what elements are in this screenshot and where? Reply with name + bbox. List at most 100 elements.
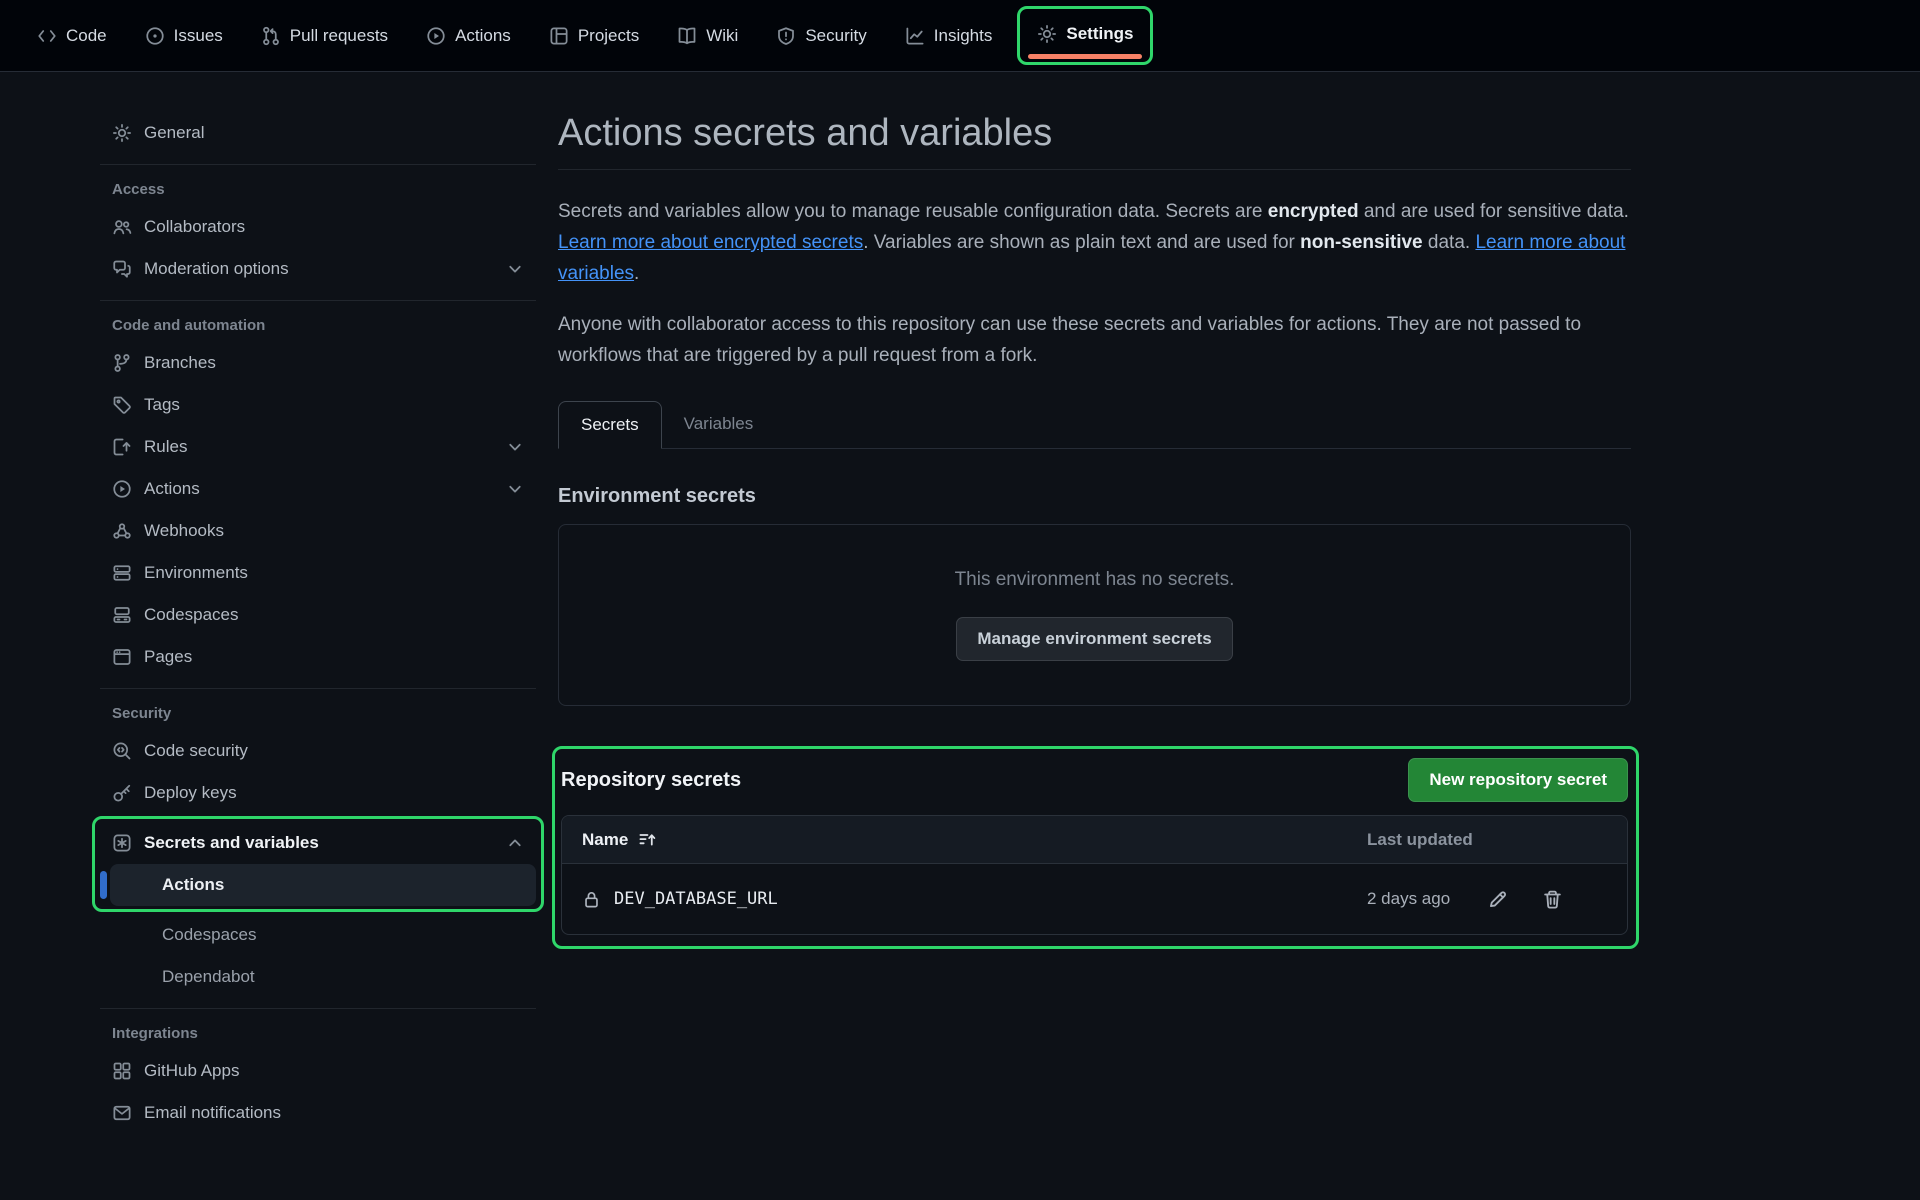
sidebar-item-collaborators[interactable]: Collaborators: [100, 206, 536, 248]
chevron-down-icon: [506, 260, 524, 278]
gear-icon: [112, 123, 132, 143]
key-icon: [112, 783, 132, 803]
environment-secrets-box: This environment has no secrets. Manage …: [558, 524, 1631, 706]
sidebar-section-security: Security: [100, 705, 536, 722]
nav-tab-actions[interactable]: Actions: [413, 0, 524, 71]
settings-sidebar: General Access Collaborators Moderation …: [100, 112, 536, 1134]
main-content: Actions secrets and variables Secrets an…: [558, 112, 1631, 949]
column-header-label: Last updated: [1367, 830, 1473, 850]
active-tab-underline: [1028, 54, 1142, 59]
sidebar-item-label: Rules: [144, 437, 494, 457]
sidebar-subitem-dependabot[interactable]: Dependabot: [110, 956, 536, 998]
nav-tab-label: Pull requests: [290, 26, 388, 46]
sidebar-item-rules[interactable]: Rules: [100, 426, 536, 468]
environment-secrets-heading: Environment secrets: [558, 485, 1631, 508]
shield-icon: [776, 26, 796, 46]
sidebar-item-general[interactable]: General: [100, 112, 536, 154]
sidebar-item-email-notifications[interactable]: Email notifications: [100, 1092, 536, 1134]
sidebar-item-label: GitHub Apps: [144, 1061, 524, 1081]
graph-icon: [905, 26, 925, 46]
repository-secrets-heading: Repository secrets: [561, 769, 741, 792]
nav-tab-label: Wiki: [706, 26, 738, 46]
chevron-down-icon: [506, 438, 524, 456]
sidebar-item-label: Webhooks: [144, 521, 524, 541]
nav-tab-wiki[interactable]: Wiki: [664, 0, 751, 71]
sidebar-item-label: Actions: [144, 479, 494, 499]
sidebar-section-access: Access: [100, 181, 536, 198]
nav-tab-label: Insights: [934, 26, 993, 46]
sidebar-item-label: Dependabot: [162, 967, 255, 987]
code-scan-icon: [112, 741, 132, 761]
sidebar-item-codespaces[interactable]: Codespaces: [100, 594, 536, 636]
description-paragraph-2: Anyone with collaborator access to this …: [558, 309, 1631, 371]
sidebar-item-label: Secrets and variables: [144, 833, 494, 853]
desc-bold-encrypted: encrypted: [1268, 201, 1359, 222]
project-icon: [549, 26, 569, 46]
nav-tab-issues[interactable]: Issues: [132, 0, 236, 71]
nav-tab-label: Security: [805, 26, 866, 46]
people-icon: [112, 217, 132, 237]
gear-icon: [1037, 24, 1057, 44]
sidebar-item-label: General: [144, 123, 524, 143]
edit-secret-button[interactable]: [1483, 885, 1512, 914]
desc-text: .: [634, 263, 639, 284]
sidebar-item-environments[interactable]: Environments: [100, 552, 536, 594]
sidebar-item-pages[interactable]: Pages: [100, 636, 536, 678]
sidebar-item-code-security[interactable]: Code security: [100, 730, 536, 772]
sidebar-item-label: Tags: [144, 395, 524, 415]
mail-icon: [112, 1103, 132, 1123]
tab-variables[interactable]: Variables: [662, 401, 776, 448]
nav-tab-label: Settings: [1066, 24, 1133, 44]
trash-icon: [1542, 889, 1563, 910]
sidebar-subitem-actions[interactable]: Actions: [110, 864, 536, 906]
nav-tab-code[interactable]: Code: [24, 0, 120, 71]
codespaces-icon: [112, 605, 132, 625]
nav-tab-label: Code: [66, 26, 107, 46]
sidebar-subitem-codespaces[interactable]: Codespaces: [110, 914, 536, 956]
play-icon: [112, 479, 132, 499]
sidebar-divider: [100, 1008, 536, 1009]
sidebar-item-deploy-keys[interactable]: Deploy keys: [100, 772, 536, 814]
column-header-name[interactable]: Name: [582, 830, 1367, 850]
selected-accent-bar: [100, 871, 107, 899]
link-learn-encrypted-secrets[interactable]: Learn more about encrypted secrets: [558, 232, 863, 253]
secrets-variables-tabnav: Secrets Variables: [558, 401, 1631, 449]
sidebar-item-github-apps[interactable]: GitHub Apps: [100, 1050, 536, 1092]
nav-tab-insights[interactable]: Insights: [892, 0, 1006, 71]
column-header-label: Name: [582, 830, 628, 850]
environment-secrets-empty-text: This environment has no secrets.: [955, 569, 1235, 591]
nav-tab-security[interactable]: Security: [763, 0, 879, 71]
sidebar-item-secrets-and-variables[interactable]: Secrets and variables: [100, 822, 536, 864]
asterisk-box-icon: [112, 833, 132, 853]
sidebar-section-integrations: Integrations: [100, 1025, 536, 1042]
secret-name-cell: DEV_DATABASE_URL: [582, 889, 1367, 909]
sort-ascending-icon: [638, 830, 657, 849]
page-title: Actions secrets and variables: [558, 112, 1631, 170]
repository-secrets-header: Repository secrets New repository secret: [561, 758, 1628, 802]
rules-icon: [112, 437, 132, 457]
sidebar-item-label: Deploy keys: [144, 783, 524, 803]
tab-secrets[interactable]: Secrets: [558, 401, 662, 449]
code-icon: [37, 26, 57, 46]
new-repository-secret-button[interactable]: New repository secret: [1408, 758, 1628, 802]
sidebar-item-label: Codespaces: [144, 605, 524, 625]
nav-tab-pull-requests[interactable]: Pull requests: [248, 0, 401, 71]
table-header-row: Name Last updated: [562, 816, 1627, 864]
webhook-icon: [112, 521, 132, 541]
sidebar-item-actions[interactable]: Actions: [100, 468, 536, 510]
sidebar-item-webhooks[interactable]: Webhooks: [100, 510, 536, 552]
sidebar-item-moderation-options[interactable]: Moderation options: [100, 248, 536, 290]
column-header-last-updated-cell: Last updated: [1367, 830, 1627, 850]
chevron-down-icon: [506, 480, 524, 498]
table-row: DEV_DATABASE_URL 2 days ago: [562, 864, 1627, 934]
sidebar-item-label: Environments: [144, 563, 524, 583]
play-icon: [426, 26, 446, 46]
apps-grid-icon: [112, 1061, 132, 1081]
sidebar-item-label: Email notifications: [144, 1103, 524, 1123]
sidebar-item-tags[interactable]: Tags: [100, 384, 536, 426]
delete-secret-button[interactable]: [1538, 885, 1567, 914]
sidebar-item-branches[interactable]: Branches: [100, 342, 536, 384]
manage-environment-secrets-button[interactable]: Manage environment secrets: [956, 617, 1232, 661]
nav-tab-projects[interactable]: Projects: [536, 0, 652, 71]
repository-secrets-table: Name Last updated DEV_DATABASE_U: [561, 815, 1628, 935]
